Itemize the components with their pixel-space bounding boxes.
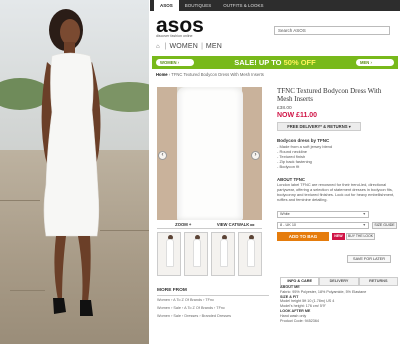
thumb-dress xyxy=(193,239,201,267)
info-panel: ABOUT ME Fabric: 95% Polyester, 18% Poly… xyxy=(280,285,398,323)
breadcrumb: Home › TFNC Textured Bodycon Dress With … xyxy=(156,72,264,77)
top-nav-tab-outfits[interactable]: OUTFITS & LOOKS xyxy=(217,0,269,11)
tab-returns[interactable]: RETURNS xyxy=(358,277,398,285)
thumbnail[interactable] xyxy=(238,232,262,276)
about-brand-text: London label TFNC are renowned for their… xyxy=(277,182,395,202)
asos-logo[interactable]: asos xyxy=(156,15,204,36)
size-guide-button[interactable]: SIZE GUIDE xyxy=(372,222,397,229)
image-controls: ZOOM + VIEW CATWALK ▸▸ xyxy=(157,221,262,229)
more-from-heading: MORE FROM xyxy=(157,288,269,296)
more-from-link[interactable]: Women › Sale › Dresses › Branded Dresses xyxy=(157,314,231,318)
model-photo xyxy=(0,0,149,344)
thumb-dress xyxy=(166,239,174,267)
save-for-later-button[interactable]: SAVE FOR LATER xyxy=(347,255,391,263)
more-from-link[interactable]: Women › A To Z Of Brands › TFnc xyxy=(157,298,214,302)
view-catwalk-button[interactable]: VIEW CATWALK ▸▸ xyxy=(209,221,262,229)
description-heading: Bodycon dress by TFNC xyxy=(277,138,330,143)
thumb-dress xyxy=(247,239,255,267)
description-item: - Bodycon fit xyxy=(277,164,300,169)
size-select-value: 8 - UK 10 xyxy=(280,223,297,227)
gender-link-women[interactable]: WOMEN xyxy=(169,43,198,50)
asos-product-page: ASOS BOUTIQUES OUTFITS & LOOKS asos disc… xyxy=(150,0,400,344)
model-figure xyxy=(41,9,101,316)
size-select[interactable]: 8 - UK 10 ▼ xyxy=(277,222,369,229)
sale-banner[interactable]: WOMEN › SALE! UP TO 50% OFF MEN › xyxy=(152,56,398,69)
home-icon[interactable]: ⌂ xyxy=(156,44,160,50)
thumbnail[interactable] xyxy=(184,232,208,276)
next-image-arrow-icon[interactable]: › xyxy=(251,151,260,160)
buy-the-look-button[interactable]: BUY THE LOOK xyxy=(346,233,375,240)
product-code: Product Code: 9452364 xyxy=(280,318,319,323)
free-delivery-dropdown[interactable]: FREE DELIVERY* & RETURNS ▾ xyxy=(277,122,361,131)
gender-nav: ⌂ | WOMEN | MEN xyxy=(156,43,222,50)
sale-percent: 50% OFF xyxy=(283,58,316,67)
gender-link-men[interactable]: MEN xyxy=(206,43,222,50)
colour-select[interactable]: White ▼ xyxy=(277,211,369,218)
thumbnail[interactable] xyxy=(157,232,181,276)
logo-tagline: discover fashion online xyxy=(156,34,193,38)
divider: | xyxy=(164,43,167,50)
breadcrumb-trail: › TFNC Textured Bodycon Dress With Mesh … xyxy=(167,72,264,77)
thumbnail-strip xyxy=(157,232,262,276)
product-main-image[interactable] xyxy=(157,87,262,220)
sale-men-button[interactable]: MEN › xyxy=(355,59,394,66)
breadcrumb-home[interactable]: Home xyxy=(156,72,168,77)
image-dress xyxy=(177,87,243,220)
was-price: £38.00 xyxy=(277,106,292,111)
chevron-down-icon: ▼ xyxy=(362,212,366,216)
top-nav-tab-boutiques[interactable]: BOUTIQUES xyxy=(179,0,218,11)
top-nav-tab-asos[interactable]: ASOS xyxy=(154,0,179,11)
search-input[interactable]: Search ASOS xyxy=(274,26,390,35)
zoom-button[interactable]: ZOOM + xyxy=(157,221,210,229)
more-from-link[interactable]: Women › Sale › A To Z Of Brands › TFnc xyxy=(157,306,225,310)
sale-message: SALE! UP TO 50% OFF xyxy=(234,58,315,67)
description-list: - Made from a soft jersey blend - Round … xyxy=(277,144,332,169)
colour-select-value: White xyxy=(280,212,290,216)
tab-delivery[interactable]: DELIVERY xyxy=(319,277,359,285)
sale-text: SALE! UP TO xyxy=(234,58,284,67)
product-title: TFNC Textured Bodycon Dress With Mesh In… xyxy=(277,87,382,103)
divider: | xyxy=(201,43,203,50)
chevron-down-icon: ▼ xyxy=(362,223,366,227)
sale-women-button[interactable]: WOMEN › xyxy=(156,59,194,66)
top-nav-bar: ASOS BOUTIQUES OUTFITS & LOOKS xyxy=(150,0,400,11)
now-price: NOW £11.00 xyxy=(277,112,318,119)
new-badge: NEW xyxy=(332,233,345,240)
thumb-dress xyxy=(220,239,228,267)
thumbnail[interactable] xyxy=(211,232,235,276)
add-to-bag-button[interactable]: ADD TO BAG xyxy=(277,232,329,241)
prev-image-arrow-icon[interactable]: ‹ xyxy=(158,151,167,160)
tab-info-care[interactable]: INFO & CARE xyxy=(280,277,320,285)
